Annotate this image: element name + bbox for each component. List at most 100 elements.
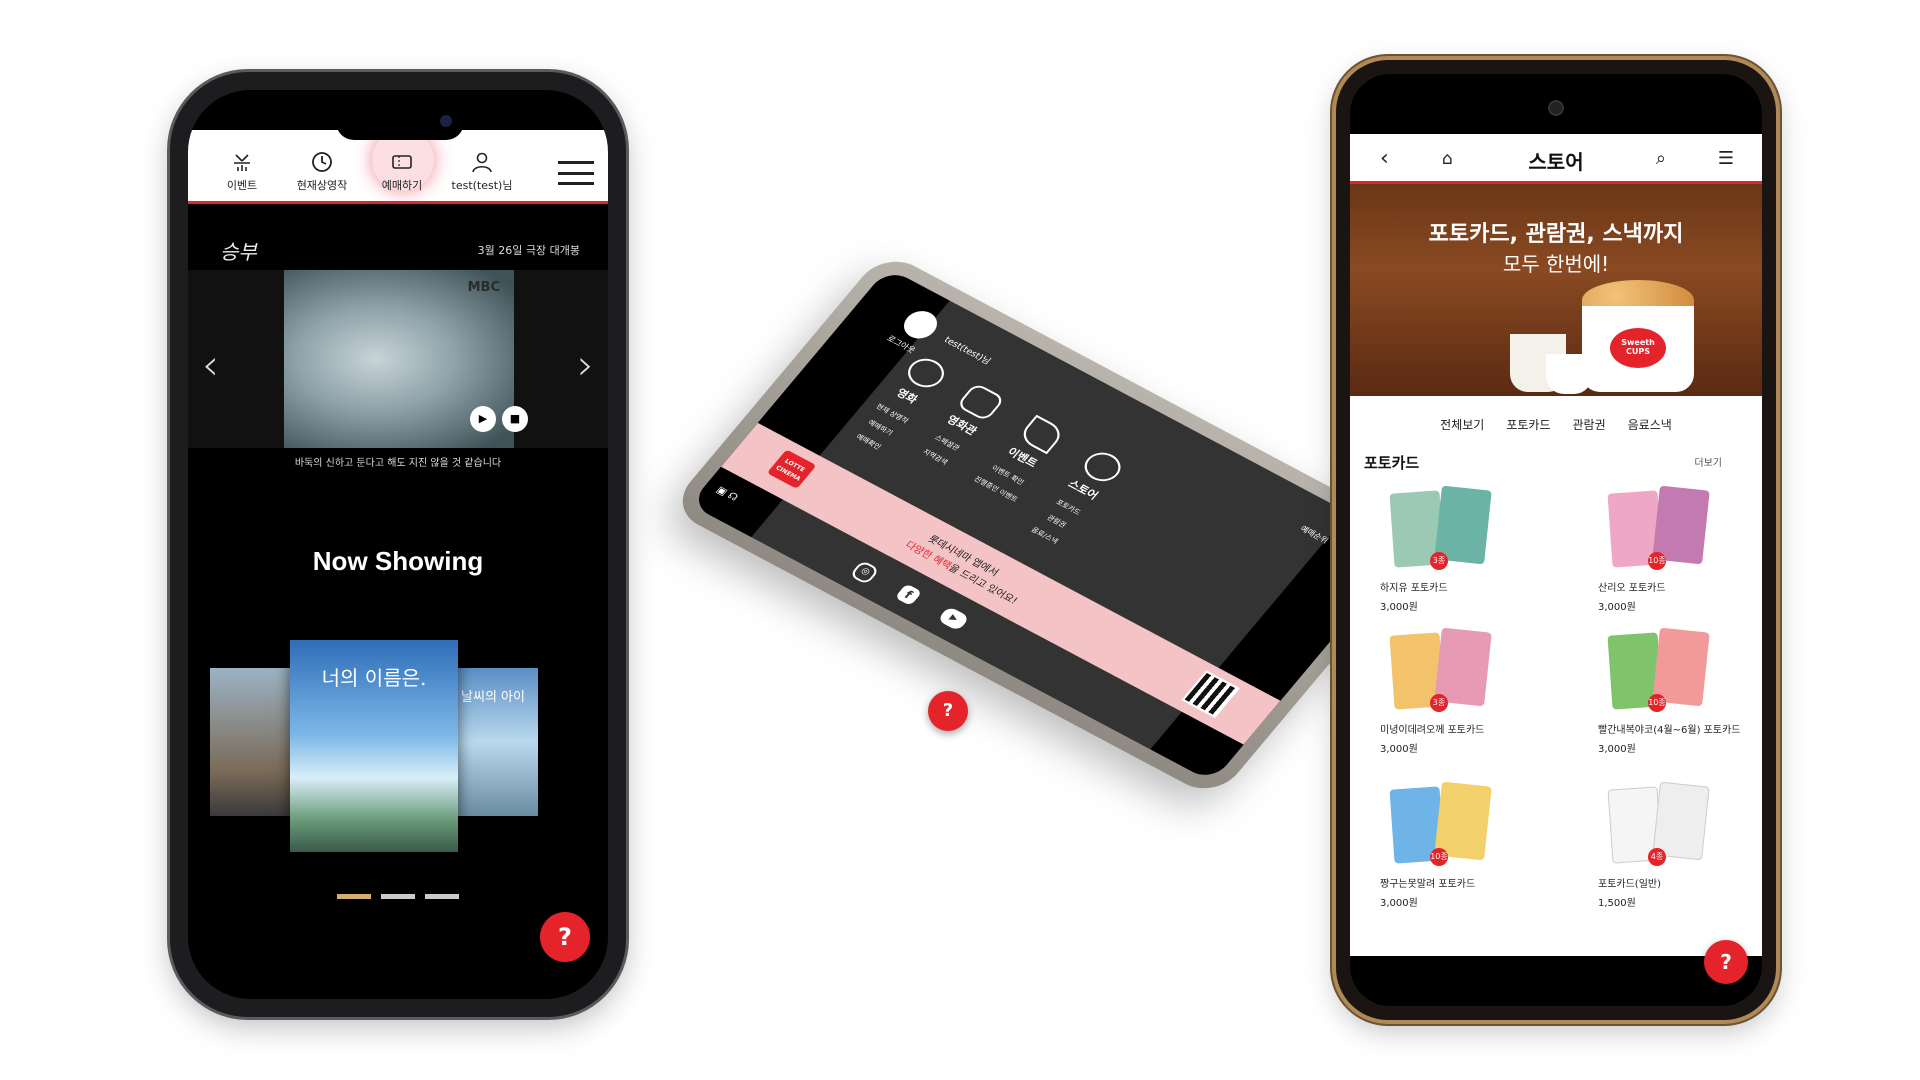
page-title: 스토어 [1528, 150, 1584, 174]
user-icon [472, 152, 492, 173]
section-title: 포토카드 [1364, 454, 1420, 472]
poster-center-title: 너의 이름은. [321, 666, 427, 690]
store-page: ‹ ⌂ 스토어 ⌕ ☰ 포토카드, 관람권, 스낵까지 모두 한번에! Swee… [1350, 134, 1762, 984]
broadcaster-badge: MBC [467, 280, 500, 295]
now-showing-title: Now Showing [312, 546, 484, 576]
store-hero-banner[interactable]: 포토카드, 관람권, 스낵까지 모두 한번에! Sweeth CUPS [1350, 184, 1762, 396]
event-icon [234, 154, 250, 171]
play-icon[interactable]: ▶ [470, 406, 496, 432]
nav-booking[interactable]: 예매하기 [362, 129, 442, 193]
chevron-left-icon[interactable]: ‹ [202, 340, 219, 389]
showcase-stage: 이벤트 현재상영작 예매하기 test(test)님 승부 3월 26일 극장 … [0, 0, 1920, 1080]
product-name: 미녕이데려오께 포토카드 [1380, 725, 1485, 736]
tab-snack[interactable]: 음료스낵 [1628, 416, 1672, 433]
help-chat-button[interactable]: ? [1704, 940, 1748, 984]
phone1-screen: 이벤트 현재상영작 예매하기 test(test)님 승부 3월 26일 극장 … [188, 90, 608, 999]
bucket-small [1546, 354, 1592, 394]
product-image: 10종 [1598, 626, 1758, 718]
nav-event[interactable]: 이벤트 [202, 151, 282, 193]
product-name: 짱구는못말려 포토카드 [1380, 879, 1476, 890]
variant-badge: 10종 [1648, 552, 1666, 570]
tab-ticket[interactable]: 관람권 [1573, 416, 1606, 433]
stop-icon[interactable]: ■ [502, 406, 528, 432]
help-chat-button[interactable]: ? [928, 691, 968, 731]
trailer-caption: 바둑의 신하고 둔다고 해도 지진 않을 것 같습니다 [294, 458, 502, 469]
hamburger-menu-icon[interactable]: ☰ [1718, 148, 1734, 169]
product-image: 4종 [1598, 780, 1758, 872]
product-image: 10종 [1598, 484, 1758, 576]
ranking-link[interactable]: 예매순위 [1298, 523, 1331, 545]
variant-badge: 3종 [1430, 552, 1448, 570]
hero-subline: 모두 한번에! [1502, 252, 1610, 276]
product-card[interactable]: 3종 미녕이데려오께 포토카드 3,000원 [1380, 626, 1540, 755]
product-name: 포토카드(일반) [1598, 879, 1662, 890]
product-name: 하지유 포토카드 [1380, 583, 1448, 594]
qr-code [1181, 670, 1240, 719]
phone3-screen: ‹ ⌂ 스토어 ⌕ ☰ 포토카드, 관람권, 스낵까지 모두 한번에! Swee… [1350, 74, 1762, 1006]
product-name: 빨간내복야코(4월~6월) 포토카드 [1598, 725, 1741, 736]
ticket-icon [392, 155, 412, 169]
nav-user[interactable]: test(test)님 [442, 151, 522, 193]
bucket-brand: Sweeth CUPS [1610, 328, 1666, 368]
release-date: 3월 26일 극장 대개봉 [477, 244, 580, 257]
variant-badge: 10종 [1648, 694, 1666, 712]
poster-right[interactable]: 날씨의 아이 [448, 668, 538, 816]
instagram-icon[interactable]: ◎ [849, 559, 880, 586]
facebook-icon[interactable]: f [894, 583, 923, 607]
movie-logo: 승부 [220, 240, 257, 264]
nav-user-label: test(test)님 [451, 179, 513, 192]
product-image: 10종 [1380, 780, 1540, 872]
help-chat-button[interactable]: ? [540, 912, 590, 962]
phone-android: ‹ ⌂ 스토어 ⌕ ☰ 포토카드, 관람권, 스낵까지 모두 한번에! Swee… [1336, 60, 1776, 1020]
carousel-dot[interactable] [337, 894, 371, 899]
nav-event-label: 이벤트 [226, 179, 258, 192]
variant-badge: 4종 [1648, 848, 1666, 866]
hamburger-menu-icon[interactable] [558, 161, 594, 185]
product-price: 3,000원 [1380, 602, 1418, 613]
store-header: ‹ ⌂ 스토어 ⌕ ☰ [1350, 134, 1762, 184]
phone-iphone: 이벤트 현재상영작 예매하기 test(test)님 승부 3월 26일 극장 … [170, 72, 626, 1017]
nav-booking-label: 예매하기 [381, 179, 423, 192]
top-nav: 이벤트 현재상영작 예매하기 test(test)님 [188, 129, 608, 204]
product-card[interactable]: 10종 산리오 포토카드 3,000원 [1598, 484, 1758, 613]
product-name: 산리오 포토카드 [1598, 583, 1666, 594]
chevron-right-icon[interactable]: › [577, 340, 594, 389]
tab-all[interactable]: 전체보기 [1440, 416, 1484, 433]
hero-headline: 포토카드, 관람권, 스낵까지 [1428, 222, 1684, 247]
product-price: 3,000원 [1598, 744, 1636, 755]
phone-samsung: test(test)님 로그아웃 예매순위 ⚙ 영화 현재 상영작 예매하기 예… [667, 250, 1433, 800]
poster-left[interactable] [210, 668, 300, 816]
product-price: 3,000원 [1380, 744, 1418, 755]
product-price: 1,500원 [1598, 898, 1636, 909]
variant-badge: 3종 [1430, 694, 1448, 712]
category-tabs: 전체보기 포토카드 관람권 음료스낵 [1350, 416, 1762, 433]
search-icon[interactable]: ⌕ [1656, 148, 1666, 169]
product-card[interactable]: 3종 하지유 포토카드 3,000원 [1380, 484, 1540, 613]
trailer-player[interactable]: MBC ▶ ■ [188, 270, 608, 448]
carousel-dot[interactable] [425, 894, 459, 899]
front-camera [1548, 100, 1564, 116]
carousel-dot[interactable] [381, 894, 415, 899]
nav-now-showing-label: 현재상영작 [296, 179, 348, 192]
carousel-indicator [188, 894, 608, 899]
more-link[interactable]: 더보기 [1694, 454, 1722, 469]
nav-now-showing[interactable]: 현재상영작 [282, 151, 362, 193]
product-card[interactable]: 10종 짱구는못말려 포토카드 3,000원 [1380, 780, 1540, 909]
clock-icon [312, 152, 332, 172]
avatar [897, 305, 944, 344]
product-image: 3종 [1380, 626, 1540, 718]
user-name: test(test)님 [941, 335, 993, 367]
variant-badge: 10종 [1430, 848, 1448, 866]
product-card[interactable]: 10종 빨간내복야코(4월~6월) 포토카드 3,000원 [1598, 626, 1758, 755]
dynamic-island [336, 104, 464, 140]
youtube-icon[interactable]: ▶ [937, 605, 971, 632]
poster-center[interactable]: 너의 이름은. [290, 640, 458, 852]
bucket-large: Sweeth CUPS [1582, 306, 1694, 392]
product-card[interactable]: 4종 포토카드(일반) 1,500원 [1598, 780, 1758, 909]
lotte-cinema-logo: LOTTE CINEMA [766, 449, 817, 489]
product-price: 3,000원 [1380, 898, 1418, 909]
tab-photocard[interactable]: 포토카드 [1506, 416, 1550, 433]
product-price: 3,000원 [1598, 602, 1636, 613]
product-image: 3종 [1380, 484, 1540, 576]
poster-right-title: 날씨의 아이 [461, 690, 525, 705]
